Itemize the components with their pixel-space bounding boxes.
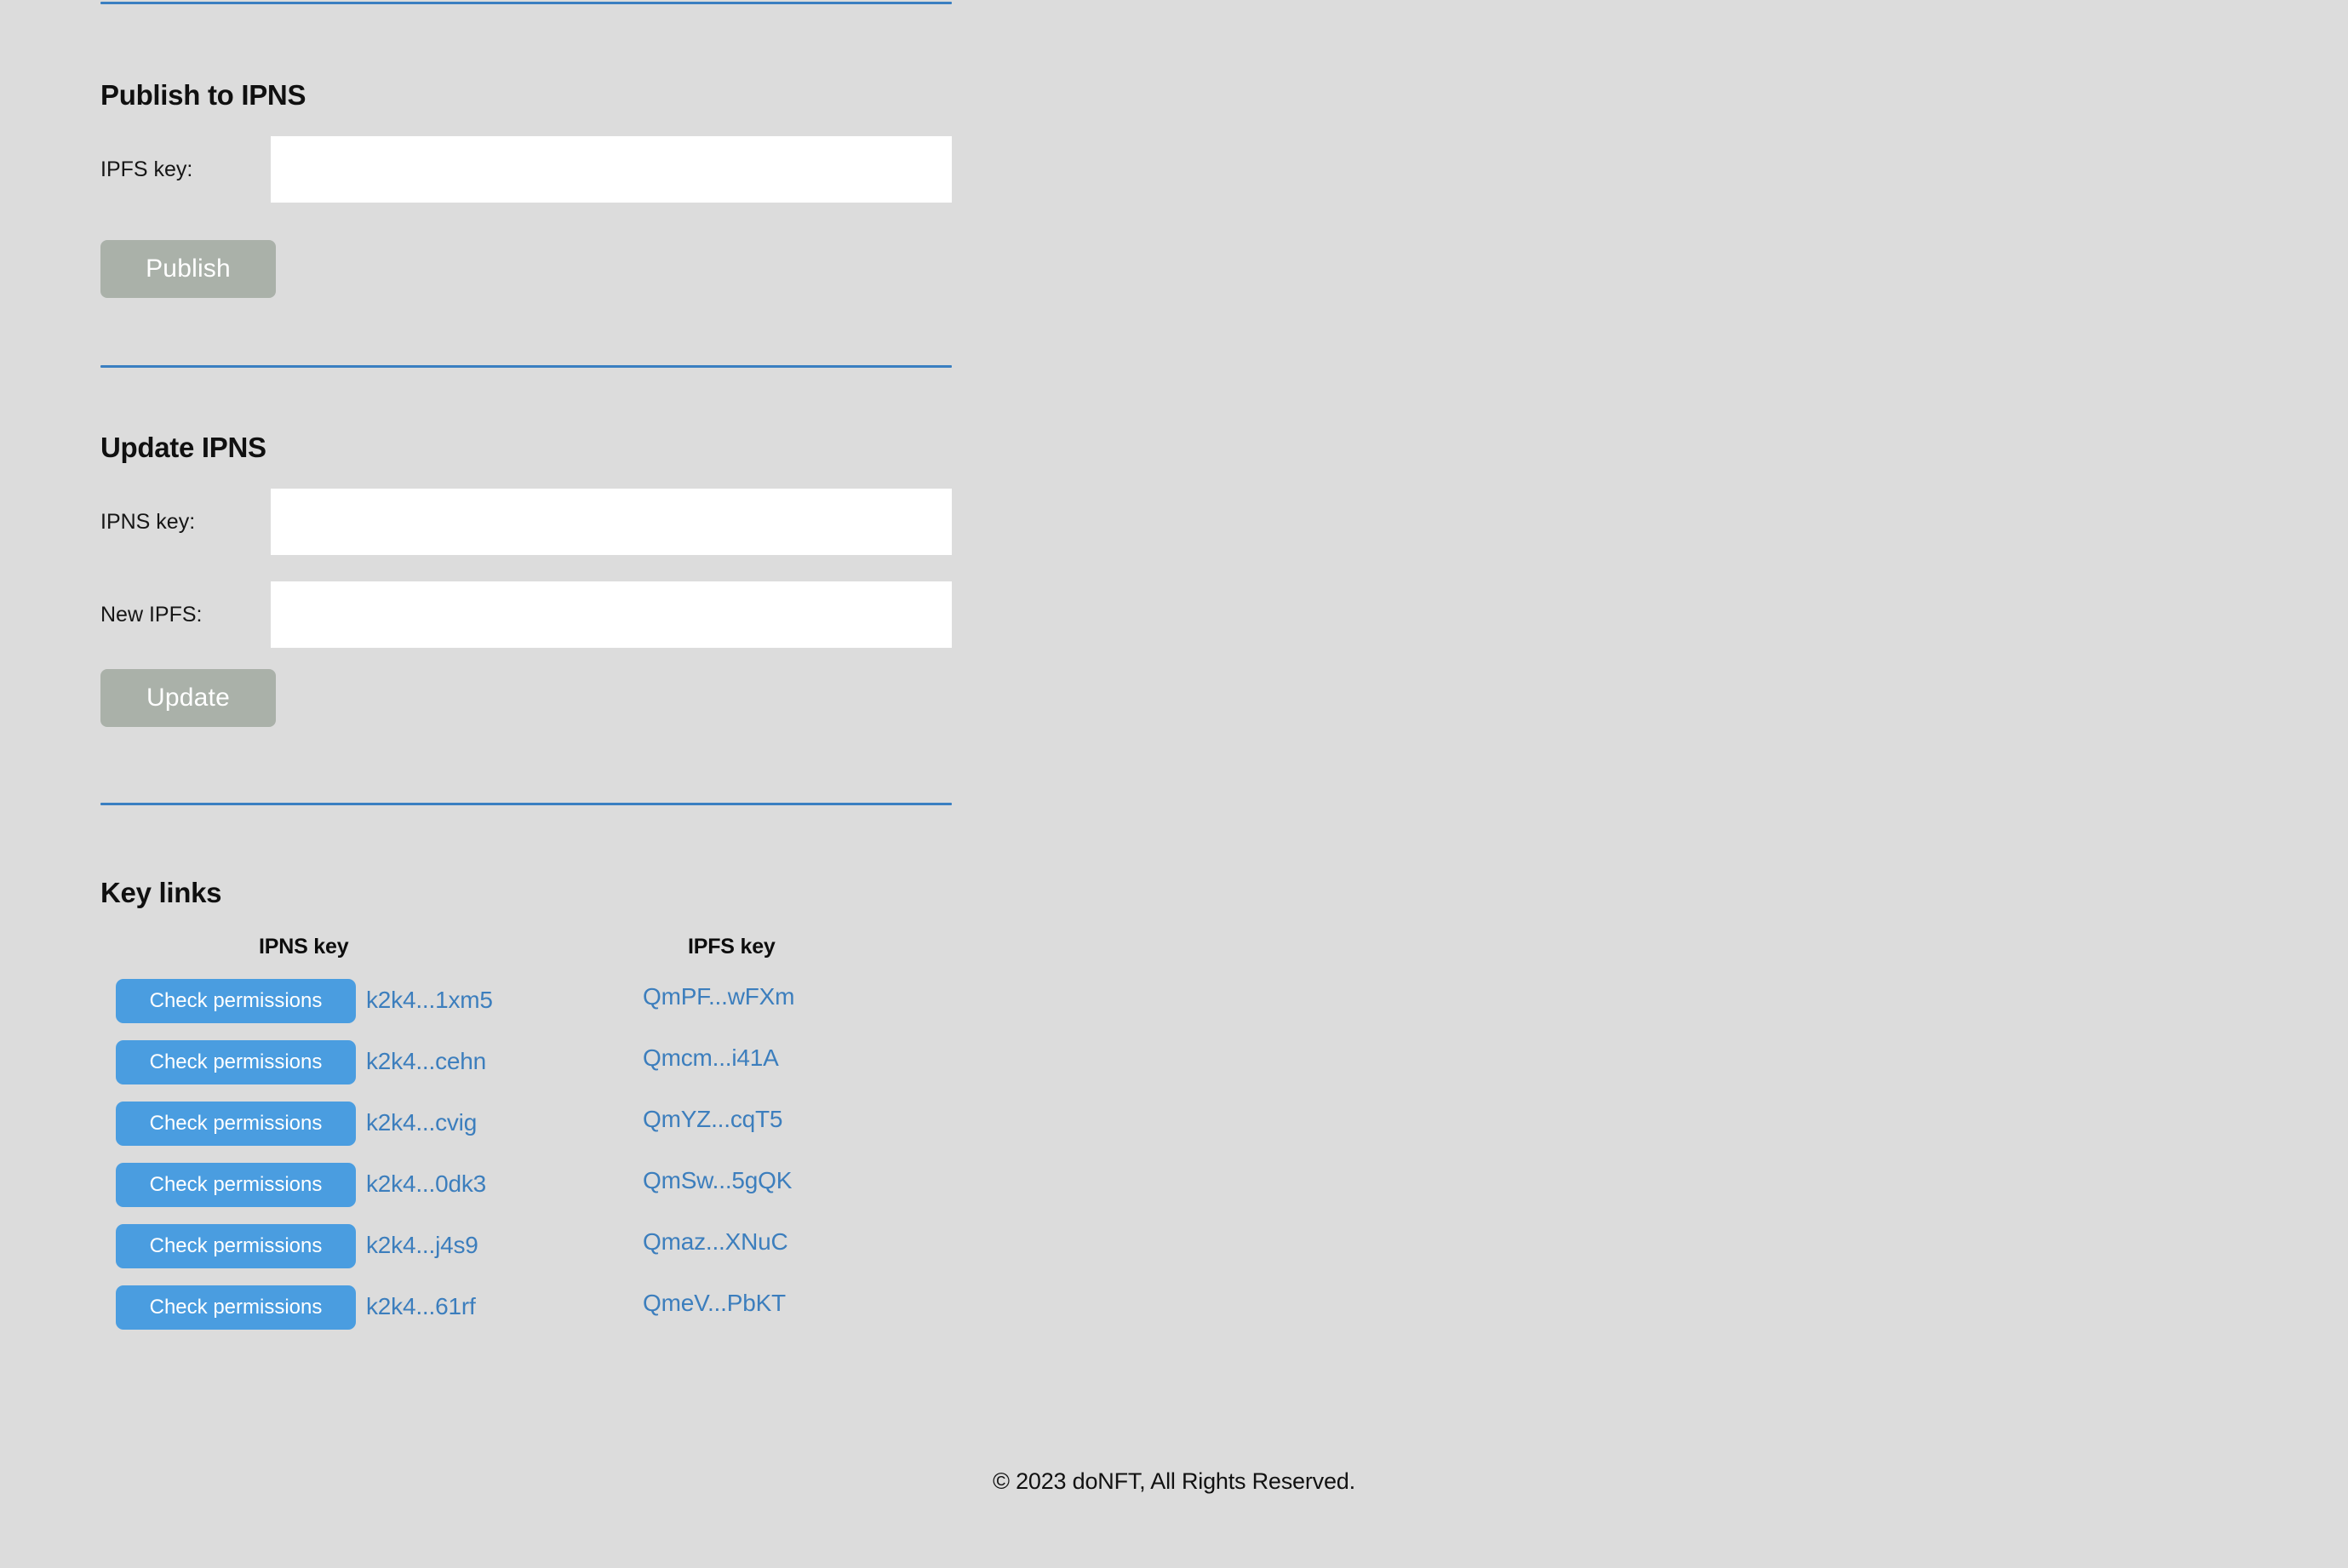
ipns-key-link[interactable]: k2k4...1xm5 <box>366 972 493 1033</box>
publish-ipfs-key-row: IPFS key: <box>100 136 952 203</box>
table-row: Check permissions k2k4...61rf QmeV...PbKT <box>100 1279 952 1340</box>
check-permissions-button[interactable]: Check permissions <box>116 1224 356 1268</box>
section-divider-update <box>100 365 952 368</box>
page-title-update-ipns: Update IPNS <box>100 432 266 464</box>
key-links-table-header: IPNS key IPFS key <box>100 935 952 972</box>
section-divider-top <box>100 2 952 4</box>
update-ipns-key-input[interactable] <box>271 489 952 555</box>
publish-ipfs-key-label: IPFS key: <box>100 157 193 181</box>
ipns-key-link[interactable]: k2k4...cehn <box>366 1033 486 1095</box>
ipfs-key-link[interactable]: QmYZ...cqT5 <box>643 1095 782 1156</box>
footer-copyright: © 2023 doNFT, All Rights Reserved. <box>993 1468 1355 1494</box>
page-title-key-links: Key links <box>100 877 222 909</box>
table-row: Check permissions k2k4...cvig QmYZ...cqT5 <box>100 1095 952 1156</box>
check-permissions-button[interactable]: Check permissions <box>116 1163 356 1207</box>
check-permissions-button[interactable]: Check permissions <box>116 979 356 1023</box>
check-permissions-button[interactable]: Check permissions <box>116 1102 356 1146</box>
key-links-rows: Check permissions k2k4...1xm5 QmPF...wFXm C… <box>100 972 952 1340</box>
update-ipns-key-label: IPNS key: <box>100 510 196 534</box>
table-row: Check permissions k2k4...1xm5 QmPF...wFXm <box>100 972 952 1033</box>
check-permissions-button[interactable]: Check permissions <box>116 1040 356 1084</box>
publish-ipfs-key-input[interactable] <box>271 136 952 203</box>
table-row: Check permissions k2k4...cehn Qmcm...i41A <box>100 1033 952 1095</box>
ipns-key-link[interactable]: k2k4...0dk3 <box>366 1156 486 1217</box>
column-header-ipfs-key: IPFS key <box>688 935 776 959</box>
page-title-publish-to-ipns: Publish to IPNS <box>100 79 306 112</box>
key-links-table: IPNS key IPFS key Check permissions k2k4.… <box>100 935 952 1340</box>
ipfs-key-link[interactable]: QmSw...5gQK <box>643 1156 792 1217</box>
update-ipns-key-row: IPNS key: <box>100 489 952 555</box>
column-header-ipns-key: IPNS key <box>259 935 349 959</box>
ipfs-key-link[interactable]: Qmaz...XNuC <box>643 1217 788 1279</box>
page-root: Publish to IPNS IPFS key: Publish Update… <box>0 0 2348 1568</box>
section-divider-key-links <box>100 803 952 805</box>
update-new-ipfs-input[interactable] <box>271 581 952 648</box>
table-row: Check permissions k2k4...j4s9 Qmaz...XNuC <box>100 1217 952 1279</box>
check-permissions-button[interactable]: Check permissions <box>116 1285 356 1330</box>
ipns-key-link[interactable]: k2k4...j4s9 <box>366 1217 478 1279</box>
update-new-ipfs-label: New IPFS: <box>100 603 203 627</box>
ipfs-key-link[interactable]: QmeV...PbKT <box>643 1279 786 1340</box>
publish-button[interactable]: Publish <box>100 240 276 298</box>
update-button[interactable]: Update <box>100 669 276 727</box>
table-row: Check permissions k2k4...0dk3 QmSw...5gQK <box>100 1156 952 1217</box>
ipfs-key-link[interactable]: Qmcm...i41A <box>643 1033 779 1095</box>
ipfs-key-link[interactable]: QmPF...wFXm <box>643 972 794 1033</box>
ipns-key-link[interactable]: k2k4...cvig <box>366 1095 477 1156</box>
update-new-ipfs-row: New IPFS: <box>100 581 952 648</box>
ipns-key-link[interactable]: k2k4...61rf <box>366 1279 476 1340</box>
